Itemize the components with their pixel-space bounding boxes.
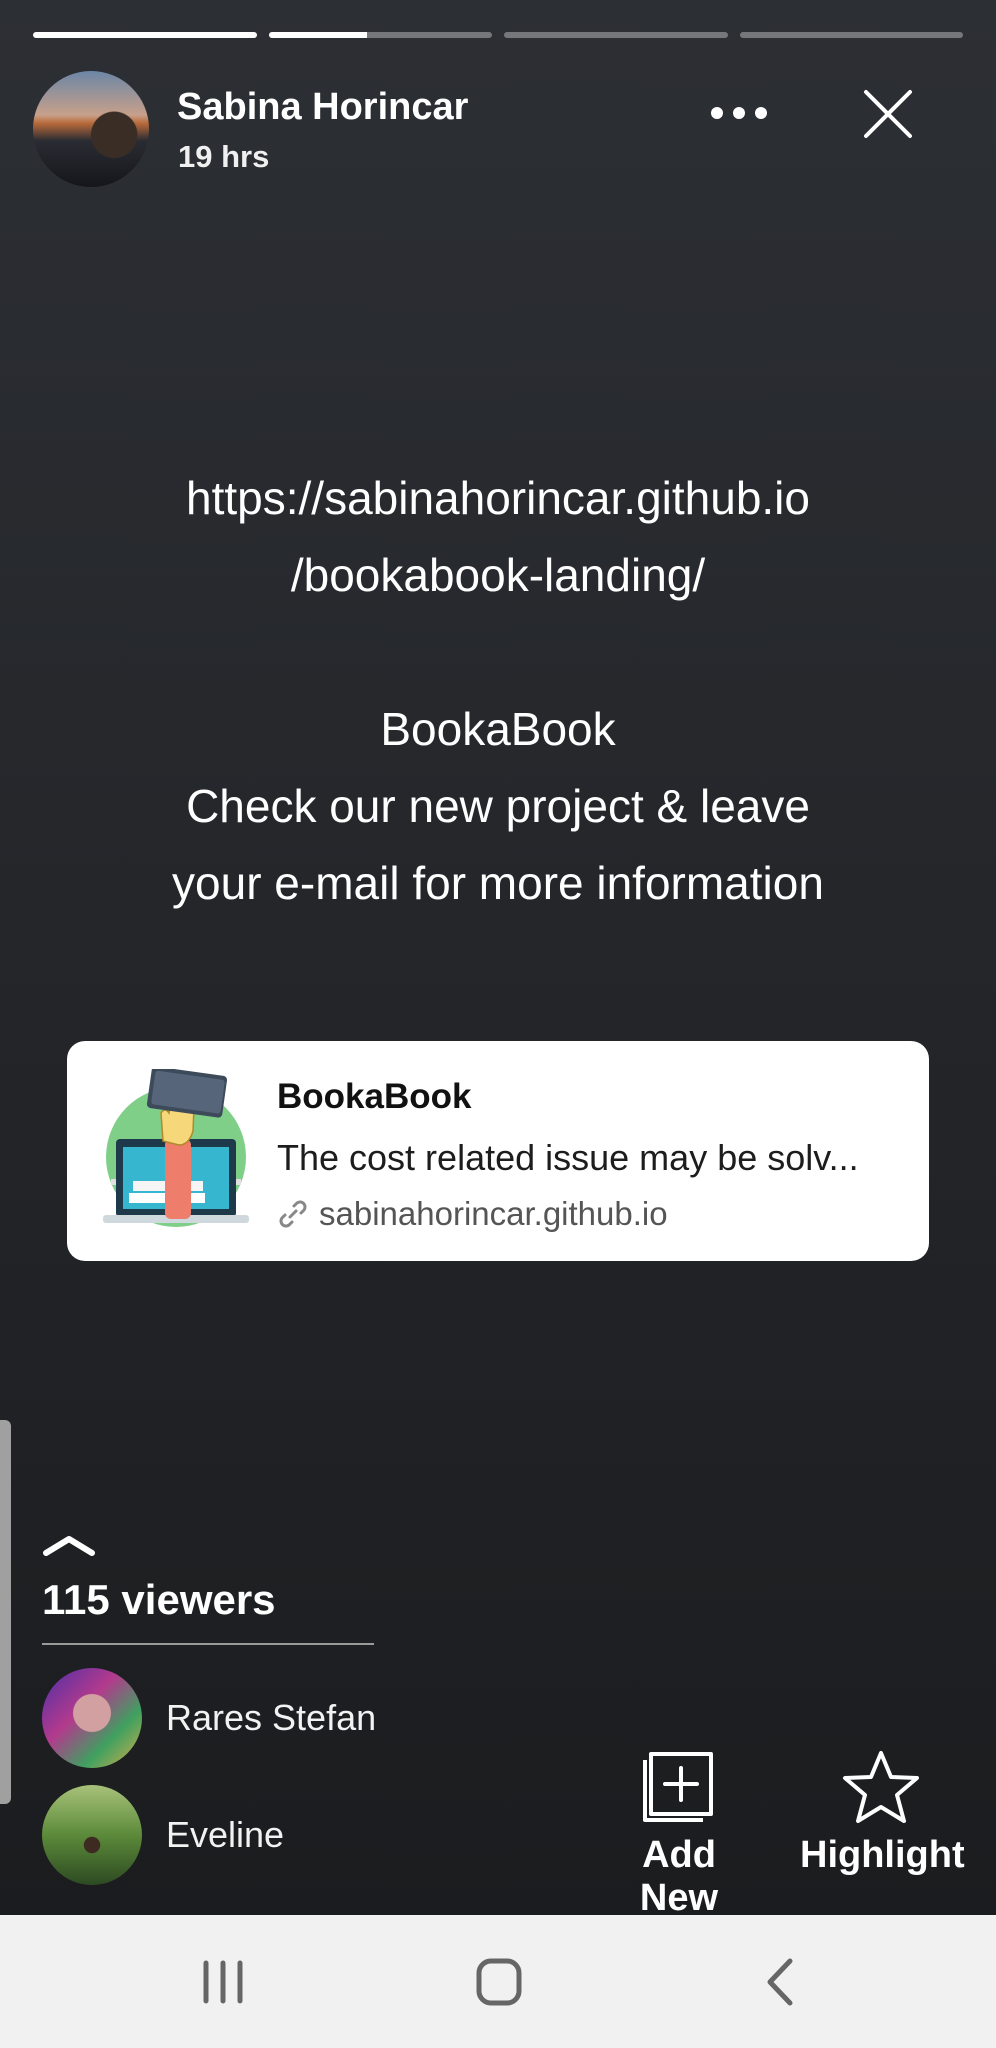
link-preview-card[interactable]: BookaBook The cost related issue may be …	[67, 1041, 929, 1261]
viewers-count[interactable]: 115 viewers	[42, 1576, 276, 1624]
viewer-name: Rares Stefan	[166, 1697, 377, 1738]
star-icon	[843, 1751, 919, 1823]
card-description: The cost related issue may be solv...	[277, 1137, 859, 1178]
add-new-label: Add New	[639, 1834, 719, 1919]
message-line: your e-mail for more information	[172, 857, 824, 909]
message-line: https://sabinahorincar.github.io	[186, 472, 810, 524]
viewers-divider	[42, 1643, 374, 1645]
viewer-name: Eveline	[166, 1814, 285, 1855]
book-thumbnail-image	[99, 1066, 254, 1229]
more-icon[interactable]	[711, 96, 767, 130]
progress-segment-2	[268, 32, 492, 38]
recent-apps-icon[interactable]	[200, 1955, 246, 2009]
message-line	[60, 614, 936, 691]
highlight-label: Highlight	[800, 1834, 965, 1876]
viewer-item[interactable]: Eveline	[42, 1785, 442, 1885]
author-name[interactable]: Sabina Horincar	[177, 86, 468, 129]
message-line: BookaBook	[380, 703, 616, 755]
card-domain: sabinahorincar.github.io	[277, 1195, 668, 1233]
progress-segment-1	[33, 32, 257, 38]
story-message: https://sabinahorincar.github.io /bookab…	[60, 460, 936, 922]
story-progress	[33, 32, 963, 38]
chevron-up-icon[interactable]	[42, 1531, 96, 1559]
side-panel-handle[interactable]	[0, 1420, 11, 1804]
card-domain-text: sabinahorincar.github.io	[319, 1195, 668, 1232]
link-icon	[277, 1198, 309, 1230]
highlight-button[interactable]: Highlight	[800, 1750, 965, 1877]
story-timestamp: 19 hrs	[178, 139, 270, 174]
message-line: /bookabook-landing/	[290, 549, 706, 601]
viewer-item[interactable]: Rares Stefan	[42, 1668, 442, 1768]
add-new-icon	[643, 1752, 713, 1822]
close-icon[interactable]	[862, 88, 914, 140]
progress-segment-4	[739, 32, 963, 38]
back-icon[interactable]	[762, 1955, 798, 2009]
avatar	[42, 1668, 142, 1768]
add-new-button[interactable]: Add New	[598, 1750, 760, 1920]
home-icon[interactable]	[474, 1955, 524, 2009]
card-title: BookaBook	[277, 1077, 472, 1116]
progress-segment-3	[504, 32, 728, 38]
system-navigation-bar	[0, 1915, 996, 2048]
message-line: Check our new project & leave	[186, 780, 810, 832]
avatar	[42, 1785, 142, 1885]
author-avatar[interactable]	[33, 71, 149, 187]
